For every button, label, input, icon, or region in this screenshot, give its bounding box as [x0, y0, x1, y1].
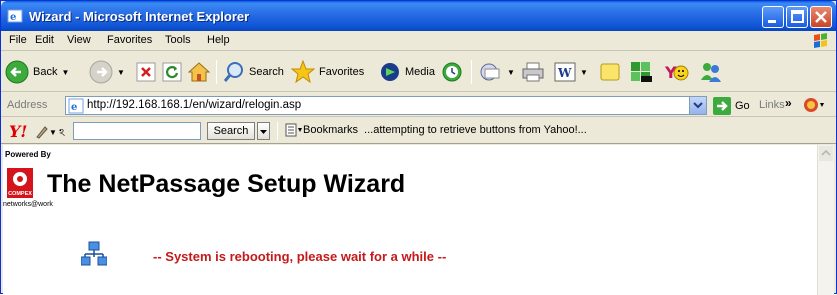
- yahoo-search-dropdown[interactable]: [257, 122, 270, 140]
- stop-icon: [136, 62, 156, 82]
- back-dropdown-icon[interactable]: ▼: [61, 68, 69, 77]
- svg-text:e: e: [10, 12, 16, 23]
- toolbar-separator: [216, 60, 217, 84]
- svg-text:e: e: [71, 102, 77, 113]
- yahoo-messenger-button[interactable]: Y: [665, 58, 689, 86]
- minimize-button[interactable]: [762, 6, 784, 28]
- links-chevron-icon[interactable]: »: [785, 96, 792, 110]
- search-label: Search: [249, 66, 284, 78]
- favorites-label: Favorites: [319, 66, 365, 78]
- favorites-star-icon: [291, 60, 315, 84]
- vertical-scrollbar[interactable]: [817, 145, 834, 295]
- refresh-icon: [162, 62, 182, 82]
- media-icon: [381, 63, 399, 81]
- mail-button[interactable]: ▼: [479, 58, 515, 86]
- powered-by-label: Powered By: [5, 150, 51, 159]
- media-button[interactable]: Media: [379, 58, 435, 86]
- forward-arrow-icon: [89, 60, 113, 84]
- page-icon: e: [68, 98, 84, 114]
- compex-logo-text: COMPEX: [8, 191, 32, 197]
- history-icon: [442, 62, 462, 82]
- network-icon: [81, 241, 107, 266]
- compex-logo: COMPEX: [7, 168, 33, 198]
- svg-text:ঽ: ঽ: [59, 127, 65, 139]
- go-arrow-icon: [713, 96, 731, 115]
- scroll-up-button[interactable]: [818, 145, 834, 162]
- mail-icon: [480, 63, 500, 81]
- yahoo-search-input[interactable]: [73, 122, 201, 140]
- menu-bar: File Edit View Favorites Tools Help: [1, 31, 836, 51]
- svg-text:▼: ▼: [49, 128, 57, 137]
- yahoo-toolbar: Y! ▼ ঽ Search Bookmarks ...attempting to…: [1, 118, 836, 144]
- ie-icon: e: [7, 9, 23, 23]
- maximize-button[interactable]: [786, 6, 808, 28]
- search-icon: [223, 62, 243, 82]
- toolbar: Back ▼ ▼ Search Favorites Media ▼ W ▼ Y: [1, 52, 836, 92]
- search-button[interactable]: Search: [223, 58, 284, 86]
- forward-button[interactable]: ▼: [89, 58, 125, 86]
- pro-grid-icon: [631, 62, 652, 82]
- yahoo-status-text: ...attempting to retrieve buttons from Y…: [364, 124, 587, 136]
- back-button[interactable]: Back ▼: [5, 58, 69, 86]
- messenger-pro-button[interactable]: [629, 58, 653, 86]
- svg-text:W: W: [557, 66, 572, 80]
- forward-dropdown-icon[interactable]: ▼: [117, 68, 125, 77]
- page-content: Powered By COMPEX networks@work The NetP…: [3, 145, 834, 295]
- address-input[interactable]: e http://192.168.168.1/en/wizard/relogin…: [65, 96, 707, 115]
- browser-window: e Wizard - Microsoft Internet Explorer F…: [0, 0, 837, 295]
- windows-flag-icon: [814, 33, 827, 48]
- home-icon: [188, 62, 210, 82]
- menu-view[interactable]: View: [67, 34, 91, 46]
- translate-icon[interactable]: [803, 96, 827, 114]
- yahoo-separator: [277, 122, 278, 140]
- pencil-icon[interactable]: ▼ ঽ: [35, 123, 69, 139]
- menu-edit[interactable]: Edit: [35, 34, 54, 46]
- word-icon: W: [554, 62, 576, 82]
- msn-messenger-button[interactable]: [699, 58, 723, 86]
- edit-word-button[interactable]: W ▼: [554, 58, 588, 86]
- home-button[interactable]: [188, 58, 210, 86]
- yahoo-search-button[interactable]: Search: [207, 122, 255, 140]
- messenger-people-icon: [701, 63, 721, 82]
- history-button[interactable]: [441, 58, 463, 86]
- discuss-button[interactable]: [599, 58, 621, 86]
- window-title: Wizard - Microsoft Internet Explorer: [29, 9, 250, 24]
- networks-at-work-label: networks@work: [3, 201, 53, 208]
- menu-tools[interactable]: Tools: [165, 34, 191, 46]
- back-arrow-icon: [5, 60, 29, 84]
- bookmarks-icon: [285, 123, 302, 137]
- smiley-icon: Y: [665, 63, 689, 82]
- media-label: Media: [405, 66, 435, 78]
- go-label: Go: [735, 99, 750, 112]
- mail-dropdown-icon[interactable]: ▼: [507, 68, 515, 77]
- address-label: Address: [7, 99, 48, 111]
- menu-file[interactable]: File: [9, 34, 27, 46]
- menu-help[interactable]: Help: [207, 34, 230, 46]
- go-button[interactable]: Go: [713, 96, 750, 115]
- toolbar-separator: [471, 60, 472, 84]
- print-icon: [522, 62, 544, 82]
- title-bar[interactable]: e Wizard - Microsoft Internet Explorer: [1, 1, 836, 31]
- reboot-message: -- System is rebooting, please wait for …: [153, 249, 447, 264]
- menu-favorites[interactable]: Favorites: [107, 34, 152, 46]
- favorites-button[interactable]: Favorites: [291, 58, 364, 86]
- address-bar: Address e http://192.168.168.1/en/wizard…: [1, 93, 836, 117]
- links-label[interactable]: Links: [759, 99, 785, 111]
- print-button[interactable]: [521, 58, 545, 86]
- back-label: Back: [33, 66, 58, 78]
- note-icon: [600, 63, 620, 81]
- page-title: The NetPassage Setup Wizard: [47, 170, 406, 198]
- bookmarks-label: Bookmarks: [303, 124, 359, 136]
- yahoo-bookmarks[interactable]: Bookmarks ...attempting to retrieve butt…: [285, 123, 587, 137]
- address-url: http://192.168.168.1/en/wizard/relogin.a…: [87, 99, 302, 111]
- refresh-button[interactable]: [162, 58, 182, 86]
- close-button[interactable]: [810, 6, 832, 28]
- yahoo-logo[interactable]: Y!: [9, 122, 27, 141]
- stop-button[interactable]: [136, 58, 156, 86]
- edit-dropdown-icon[interactable]: ▼: [580, 68, 588, 77]
- address-dropdown-button[interactable]: [689, 97, 706, 114]
